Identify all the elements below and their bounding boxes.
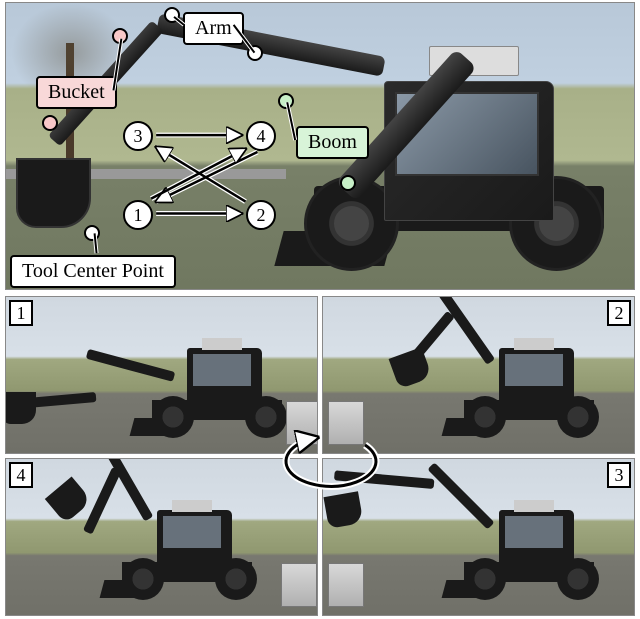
seq-index-4: 4	[9, 462, 33, 488]
label-arm: Arm	[183, 12, 244, 45]
sequence-panel-4: 4	[5, 458, 318, 616]
panel-annotated-excavator: Arm Boom Bucket Tool Center Point 1 2 3 …	[5, 2, 635, 290]
seq-index-3: 3	[607, 462, 631, 488]
joint-arm-1	[164, 7, 180, 23]
label-tcp: Tool Center Point	[10, 255, 176, 288]
mini-excavator-2	[323, 297, 634, 453]
joint-arm-2	[247, 45, 263, 61]
joint-boom-1	[278, 93, 294, 109]
sequence-panel-3: 3	[322, 458, 635, 616]
mini-excavator-3	[323, 459, 634, 615]
pattern-node-4: 4	[246, 121, 276, 151]
seq-index-1: 1	[9, 300, 33, 326]
sequence-grid: 1 2	[5, 296, 635, 616]
joint-boom-2	[340, 175, 356, 191]
label-bucket: Bucket	[36, 76, 117, 109]
figure-root: Arm Boom Bucket Tool Center Point 1 2 3 …	[0, 0, 640, 619]
pattern-node-2: 2	[246, 200, 276, 230]
joint-bucket-1	[112, 28, 128, 44]
mini-excavator-4	[6, 459, 317, 615]
joint-bucket-2	[42, 115, 58, 131]
joint-tcp	[84, 225, 100, 241]
seq-index-2: 2	[607, 300, 631, 326]
pattern-node-1: 1	[123, 200, 153, 230]
label-boom: Boom	[296, 126, 369, 159]
bucket-shape	[16, 158, 91, 228]
sequence-panel-1: 1	[5, 296, 318, 454]
mini-excavator-1	[6, 297, 317, 453]
sequence-panel-2: 2	[322, 296, 635, 454]
pattern-node-3: 3	[123, 121, 153, 151]
